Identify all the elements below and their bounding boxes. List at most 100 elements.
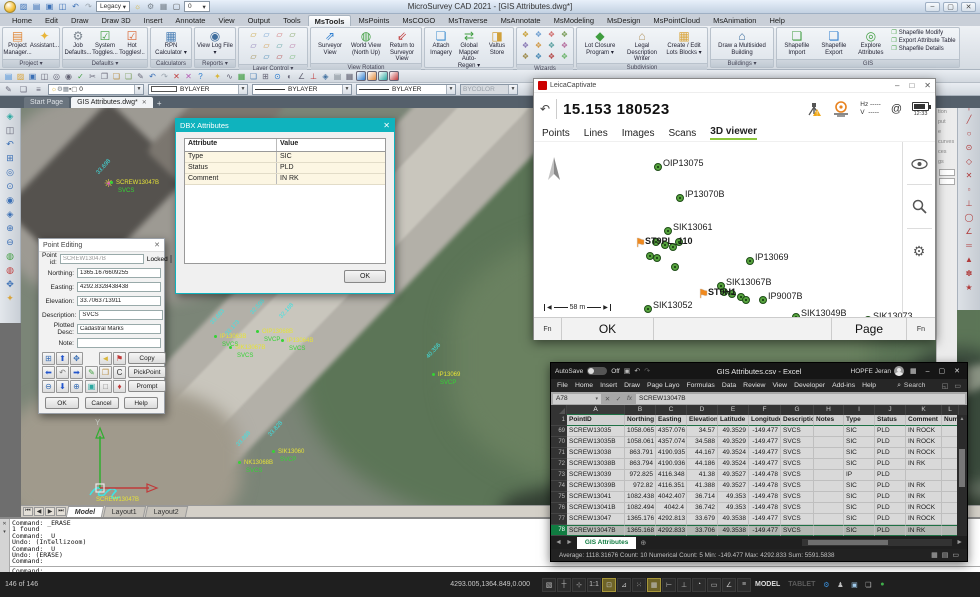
polyline-icon[interactable]: ∿ (224, 71, 235, 82)
survey-point-marker[interactable] (654, 163, 662, 171)
cell[interactable]: 34.57 (687, 426, 718, 437)
ribbon-button-explore-attributes[interactable]: ◎Explore Attributes (852, 29, 889, 56)
cell[interactable]: 972.825 (625, 470, 656, 481)
layer-mini-icon[interactable]: ▱ (247, 30, 260, 41)
add-sheet-icon[interactable]: ⊕ (640, 539, 646, 547)
cell[interactable] (814, 459, 844, 470)
angle-icon[interactable]: ∠ (722, 578, 736, 592)
cell[interactable]: PLD (875, 437, 906, 448)
cell[interactable]: 49.3524 (718, 459, 749, 470)
delete-icon[interactable]: ✕ (171, 71, 182, 82)
ribbon-display-icon[interactable]: ▦ (910, 367, 917, 375)
layout-nav-icon[interactable]: ▶ (45, 507, 55, 516)
paste-icon[interactable]: ❏ (111, 71, 122, 82)
cell[interactable]: PLD (875, 514, 906, 525)
ribbon-tab-mscogo[interactable]: MsCOGO (396, 15, 441, 26)
layout-nav-icon[interactable]: ⏭ (56, 507, 66, 516)
save-icon[interactable]: ▣ (624, 367, 631, 375)
camera-icon[interactable]: ▣ (85, 380, 98, 393)
table-row[interactable]: 73SCREW13039972.8254116.34841.3849.3527-… (551, 470, 967, 481)
cell[interactable]: -149.478 (749, 481, 781, 492)
grid-icon[interactable]: ▦ (158, 1, 169, 12)
gear-icon[interactable]: ⚙ (145, 1, 156, 12)
column-header-B[interactable]: B (625, 405, 656, 415)
excel-menu-help[interactable]: Help (862, 382, 876, 389)
formula-input[interactable]: SCREW13047B (636, 394, 965, 404)
close-icon[interactable]: ✕ (142, 99, 147, 106)
snap-tool-icon[interactable]: ★ (963, 281, 976, 294)
dbx-attribute-row[interactable]: TypeSIC (185, 152, 385, 163)
cell[interactable]: SCREW13039 (567, 470, 625, 481)
snap-tool-icon[interactable]: ✕ (963, 169, 976, 182)
microsurvey-app-icon[interactable] (389, 71, 399, 81)
cell[interactable]: 36.714 (687, 492, 718, 503)
wizard-mini-icon[interactable]: ❖ (519, 30, 532, 41)
table-row[interactable]: 78SCREW13047B1365.1684292.83333.70649.35… (551, 525, 967, 536)
zoom-window-icon[interactable]: ⊞ (42, 352, 55, 365)
microsurvey-icon[interactable]: ◈ (4, 110, 17, 123)
survey-point-marker[interactable] (664, 227, 672, 235)
fn-button[interactable]: Fn (907, 318, 935, 340)
layer-combo[interactable]: ☼⚙▦▪▢ 0 ▼ (48, 84, 144, 95)
ribbon-group-label[interactable]: Defaults ▾ (63, 59, 147, 67)
zoom-object-icon[interactable]: ◈ (4, 208, 17, 221)
cell[interactable]: PLD (875, 448, 906, 459)
cell[interactable] (814, 503, 844, 514)
cell[interactable]: SCREW13041 (567, 492, 625, 503)
cell[interactable]: 41.38 (687, 470, 718, 481)
snap-tool-icon[interactable]: ○ (963, 127, 976, 140)
find-icon[interactable]: ◉ (63, 71, 74, 82)
cell[interactable]: 49.3538 (718, 525, 749, 536)
leica-tab-3d-viewer[interactable]: 3D viewer (710, 126, 757, 140)
leica-3d-viewer[interactable]: OIP13075IP13070BSIK13061⚑ST9PL_110IP1306… (534, 141, 935, 317)
panel-input[interactable] (939, 178, 955, 185)
cell[interactable]: 863.794 (625, 459, 656, 470)
map-point-marker[interactable] (229, 346, 232, 349)
cell[interactable]: 49.3527 (718, 470, 749, 481)
ribbon-tab-insert[interactable]: Insert (138, 15, 169, 26)
cell[interactable]: 49.3524 (718, 448, 749, 459)
ribbon-button-export-attribute-table[interactable]: ❐Export Attribute Table (891, 37, 955, 44)
cell[interactable]: -149.477 (749, 525, 781, 536)
normal-view-icon[interactable]: ▦ (931, 551, 938, 559)
ribbon-button-hot-toggles---[interactable]: ☑Hot Toggles!.. (119, 29, 146, 56)
cell[interactable]: PLD (875, 525, 906, 536)
snap-cross-icon[interactable]: ┼ (557, 578, 571, 592)
cell[interactable]: SVCS (781, 470, 814, 481)
vertical-scrollbar[interactable]: ▲ (957, 415, 967, 536)
field-plotteddesc[interactable] (77, 324, 161, 334)
cell[interactable]: SCREW13038 (567, 448, 625, 459)
cell[interactable]: SIC (844, 492, 875, 503)
cell[interactable]: SCREW13041B (567, 503, 625, 514)
cell[interactable]: SCREW13035B (567, 437, 625, 448)
cell[interactable]: IN ROCK (906, 426, 942, 437)
map-point-marker[interactable] (256, 330, 259, 333)
excel-menu-draw[interactable]: Draw (624, 382, 640, 389)
copy-icon[interactable]: ❐ (99, 366, 112, 379)
cell[interactable]: 4292.833 (656, 525, 687, 536)
move-down-icon[interactable]: ⬇ (56, 380, 69, 393)
selection-icon[interactable]: ▭ (707, 578, 721, 592)
maximize-button[interactable]: ▢ (939, 367, 946, 375)
flag-icon[interactable]: ⚑ (113, 352, 126, 365)
print-icon[interactable]: ◫ (4, 124, 17, 137)
zoom-extents-icon[interactable]: ◍ (4, 264, 17, 277)
horizontal-scrollbar[interactable] (802, 539, 952, 546)
cell[interactable]: 49.353 (718, 492, 749, 503)
aperture-icon[interactable]: ⊹ (572, 578, 586, 592)
lightbulb-icon[interactable]: ☼ (132, 1, 143, 12)
new-tab-icon[interactable]: + (157, 99, 162, 108)
ribbon-tab-draw[interactable]: Draw (65, 15, 95, 26)
grid-dots-icon[interactable]: ⁙ (632, 578, 646, 592)
undo-icon[interactable]: ↶ (56, 366, 69, 379)
cell[interactable]: SIC (844, 426, 875, 437)
row-number[interactable]: 77 (551, 514, 567, 525)
new-icon[interactable]: ▤ (31, 1, 42, 12)
sheet-tab[interactable]: GIS Attributes (577, 537, 636, 549)
wizard-mini-icon[interactable]: ❖ (558, 30, 571, 41)
ribbon-button-rpn-calculator--[interactable]: ▦RPN Calculator ▾ (152, 29, 190, 56)
preview-icon[interactable]: ◎ (51, 71, 62, 82)
cell[interactable]: 4292.813 (656, 514, 687, 525)
cell[interactable]: 4357.074 (656, 437, 687, 448)
image-icon[interactable]: ▦ (236, 71, 247, 82)
